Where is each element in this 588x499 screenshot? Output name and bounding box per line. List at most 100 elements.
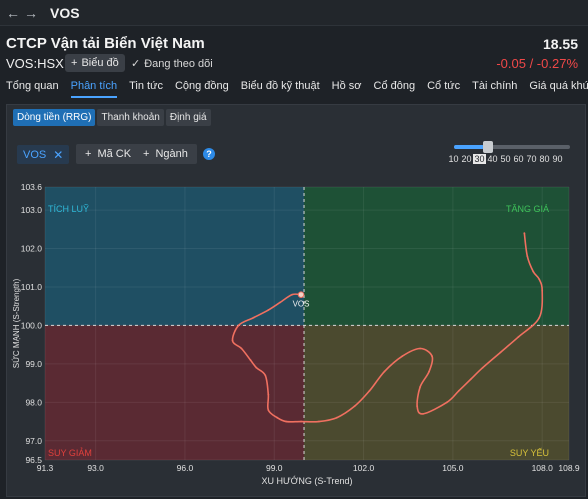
series-point[interactable]: [276, 416, 279, 419]
series-point[interactable]: [237, 324, 240, 327]
series-point[interactable]: [401, 355, 404, 358]
series-point[interactable]: [255, 366, 258, 369]
close-icon[interactable]: ✕: [53, 148, 63, 162]
period-option[interactable]: 80: [538, 154, 551, 164]
tab-price-history[interactable]: Giá quá khứ: [529, 80, 588, 98]
add-sector-button[interactable]: + Ngành: [134, 144, 197, 164]
y-axis-label: SỨC MẠNH (S-Strength): [12, 278, 21, 368]
period-option[interactable]: 50: [499, 154, 512, 164]
period-option[interactable]: 10: [447, 154, 460, 164]
tab-dividends[interactable]: Cổ tức: [427, 80, 460, 98]
series-point[interactable]: [291, 293, 294, 296]
price: 18.55: [542, 36, 578, 52]
tab-technical-chart[interactable]: Biểu đồ kỹ thuật: [241, 80, 320, 98]
series-point[interactable]: [538, 316, 541, 319]
add-stock-label: Mã CK: [97, 148, 132, 160]
series-point-label: VOS: [293, 300, 310, 309]
series-point[interactable]: [419, 386, 422, 388]
series-point[interactable]: [231, 339, 234, 342]
main-tabs: Tổng quan Phân tích Tin tức Cộng đồng Bi…: [6, 80, 588, 98]
tab-profile[interactable]: Hồ sơ: [332, 80, 362, 98]
tab-news[interactable]: Tin tức: [129, 80, 163, 98]
series-point[interactable]: [517, 336, 520, 338]
subtab-liquidity[interactable]: Thanh khoản: [97, 109, 164, 126]
x-tick-label: 102.0: [353, 463, 375, 473]
series-point[interactable]: [499, 351, 502, 354]
analysis-panel: Dòng tiền (RRG) Thanh khoản Định giá VOS…: [6, 104, 586, 497]
series-point[interactable]: [416, 405, 419, 408]
slider-fill: [454, 145, 484, 149]
series-point[interactable]: [383, 370, 386, 373]
x-tick-label: 99.0: [266, 463, 283, 473]
forward-arrow-icon[interactable]: →: [22, 5, 40, 21]
quadrant-weakening: [304, 325, 569, 460]
series-point[interactable]: [267, 393, 270, 396]
series-point[interactable]: [368, 389, 371, 392]
follow-button[interactable]: ✓ Đang theo dõi: [131, 57, 213, 71]
back-arrow-icon[interactable]: ←: [4, 5, 22, 21]
series-point[interactable]: [446, 401, 448, 404]
series-point[interactable]: [264, 374, 267, 377]
subtab-valuation[interactable]: Định giá: [165, 109, 211, 126]
tab-finance[interactable]: Tài chính: [472, 80, 517, 98]
company-name: CTCP Vận tải Biển Việt Nam: [6, 35, 205, 52]
help-icon[interactable]: ?: [203, 148, 215, 160]
tab-overview[interactable]: Tổng quan: [6, 80, 59, 98]
x-tick-label: 93.0: [87, 463, 104, 473]
tab-shareholders[interactable]: Cổ đông: [374, 80, 416, 98]
series-point[interactable]: [428, 370, 430, 373]
tab-analysis[interactable]: Phân tích: [70, 80, 118, 98]
stock-chip-label: VOS: [23, 148, 47, 161]
add-stock-button[interactable]: + Mã CK: [76, 144, 141, 164]
series-point[interactable]: [523, 232, 526, 235]
y-tick-label: 100.0: [21, 320, 43, 330]
series-current-point[interactable]: [297, 291, 305, 298]
period-option[interactable]: 90: [551, 154, 564, 164]
period-option[interactable]: 40: [486, 154, 499, 164]
series-point[interactable]: [267, 309, 270, 311]
period-option[interactable]: 70: [525, 154, 538, 164]
series-point[interactable]: [538, 278, 541, 281]
plus-icon: +: [71, 57, 78, 69]
rrg-chart: 91.3 93.0 96.0 99.0 102.0 105.0 108.0 108.9103.…: [12, 182, 580, 486]
series-point[interactable]: [541, 289, 544, 292]
series-point[interactable]: [267, 409, 270, 411]
series-point[interactable]: [353, 405, 356, 408]
series-point[interactable]: [419, 347, 422, 350]
series-point[interactable]: [532, 270, 535, 273]
quadrant-label-weakening: SUY YẾU: [510, 448, 549, 458]
chart-button[interactable]: + Biểu đồ: [65, 54, 125, 72]
period-option[interactable]: 20: [460, 154, 473, 164]
series-point[interactable]: [252, 316, 255, 319]
sub-tabs: Dòng tiền (RRG) Thanh khoản Định giá: [13, 109, 211, 126]
period-slider[interactable]: [454, 141, 570, 153]
x-tick-label: 105.0: [442, 463, 464, 473]
add-sector-label: Ngành: [155, 148, 188, 160]
plus-icon: +: [143, 148, 150, 160]
series-point[interactable]: [457, 389, 460, 392]
series-point[interactable]: [240, 347, 243, 350]
series-point[interactable]: [422, 412, 425, 415]
price-change: -0.05 / -0.27%: [496, 56, 578, 71]
series-point[interactable]: [249, 359, 252, 361]
series-point[interactable]: [526, 255, 529, 258]
x-tick-label: 108.0: [532, 463, 554, 473]
tab-community[interactable]: Cộng đồng: [175, 80, 229, 98]
subtab-rrg[interactable]: Dòng tiền (RRG): [13, 109, 96, 126]
series-point[interactable]: [335, 416, 338, 419]
period-option[interactable]: 60: [512, 154, 525, 164]
series-point[interactable]: [300, 420, 302, 423]
series-point[interactable]: [318, 420, 320, 423]
ticker: VOS:HSX: [6, 56, 64, 71]
series-point[interactable]: [431, 355, 433, 358]
series-point[interactable]: [279, 301, 282, 304]
series-point[interactable]: [285, 420, 288, 423]
slider-thumb[interactable]: [483, 141, 493, 153]
quadrant-label-declining: SUY GIẢM: [48, 447, 92, 458]
quadrant-declining: [45, 325, 305, 460]
period-option-selected[interactable]: 30: [473, 154, 486, 164]
series-point[interactable]: [481, 366, 484, 369]
series-point[interactable]: [469, 378, 472, 381]
y-tick-label: 103.6: [21, 182, 43, 192]
y-tick-label: 103.0: [21, 205, 43, 215]
